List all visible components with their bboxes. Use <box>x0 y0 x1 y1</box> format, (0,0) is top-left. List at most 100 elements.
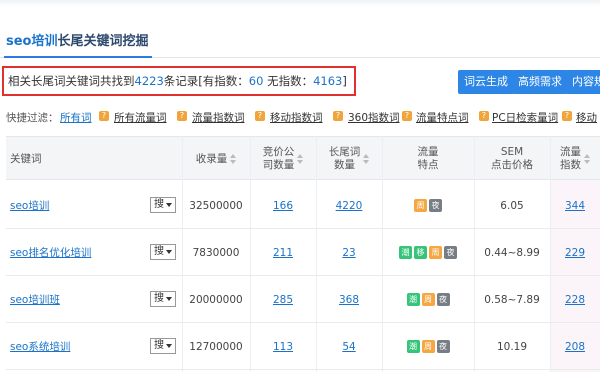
search-dropdown[interactable]: 搜 <box>150 338 176 354</box>
search-dropdown[interactable]: 搜 <box>150 244 176 260</box>
longtail-count-link[interactable]: 23 <box>342 247 355 259</box>
header-flow-label: 流量 指数 <box>560 146 581 172</box>
index-count-cell: 20000000 <box>189 293 243 306</box>
header-sem-line2: 点击价格 <box>491 159 533 171</box>
keyword-link[interactable]: seo培训 <box>10 198 49 213</box>
bidding-count-cell: 113 <box>250 323 316 370</box>
header-sem-label: SEM 点击价格 <box>491 146 533 172</box>
flow-index-cell: 229 <box>550 229 600 276</box>
traffic-feature-cell: 潮周夜 <box>382 276 474 323</box>
filter-pc-daily-search-words[interactable]: PC日检索量词 <box>492 110 558 125</box>
longtail-count-cell: 23 <box>316 229 382 276</box>
header-bidding-companies[interactable]: 竞价公 司数量 <box>250 137 316 181</box>
flow-index-link[interactable]: 208 <box>565 341 585 353</box>
header-flow-line2: 指数 <box>560 159 581 171</box>
table-row: seo培训班 搜 20000000 285 368 潮周夜 0.58~7.89 228 <box>6 276 600 323</box>
header-longtail-line1: 长尾词 <box>328 146 361 158</box>
filter-mobile-index-words[interactable]: 移动指数词 <box>270 110 323 125</box>
header-bidding-line2: 司数量 <box>262 159 295 171</box>
quick-filter-bar: 快捷过滤： 所有词 ? 所有流量词 ? 流量指数词 ? 移动指数词 ? 360指… <box>6 110 600 126</box>
index-count-cell: 32500000 <box>189 199 243 212</box>
header-sem-price: SEM 点击价格 <box>474 137 550 181</box>
header-longtail-count[interactable]: 长尾词 数量 <box>316 137 382 181</box>
flow-index-link[interactable]: 344 <box>565 200 585 212</box>
summary-without-index: 4163 <box>313 74 343 88</box>
content-plan-button[interactable]: 内容规 <box>566 70 600 94</box>
table-row: seo培训 搜 32500000 166 4220 周夜 6.05 344 <box>6 182 600 229</box>
header-sem-line1: SEM <box>500 146 524 158</box>
high-demand-button[interactable]: 高频需求 <box>512 70 568 94</box>
sem-price-cell: 6.05 <box>500 199 524 212</box>
summary-prefix: 相关长尾词关键词共找到 <box>8 74 135 88</box>
sort-icon <box>230 154 237 164</box>
bidding-count-link[interactable]: 285 <box>273 294 293 306</box>
word-cloud-button[interactable]: 词云生成 <box>458 70 514 94</box>
header-flow-index[interactable]: 流量 指数 <box>550 137 600 181</box>
result-summary: 相关长尾词关键词共找到4223条记录[有指数：60 无指数：4163] <box>8 73 347 89</box>
flow-index-link[interactable]: 228 <box>565 294 585 306</box>
header-longtail-label: 长尾词 数量 <box>329 146 361 172</box>
page-title-keyword: seo培训 <box>6 34 58 49</box>
table-row: seo排名优化培训 搜 7830000 211 23 潮移周夜 0.44~8.99 229 <box>6 229 600 276</box>
bidding-count-cell: 211 <box>250 229 316 276</box>
flow-index-link[interactable]: 229 <box>565 247 585 259</box>
traffic-tag-badge: 周 <box>421 293 435 306</box>
table-header: 关键词 收录量 竞价公 司数量 长尾词 数量 流量 特点 SEM 点击价格 流量 指数 <box>6 136 600 180</box>
header-flow-line1: 流量 <box>560 146 581 158</box>
summary-with-index: 60 <box>248 74 264 88</box>
title-row: seo培训长尾关键词挖掘 <box>0 22 600 58</box>
traffic-tag-badge: 夜 <box>436 293 450 306</box>
keyword-link[interactable]: seo系统培训 <box>10 339 70 354</box>
sort-icon <box>584 154 590 164</box>
header-traffic-line1: 流量 <box>417 146 439 158</box>
index-count-cell: 12700000 <box>189 340 243 353</box>
sem-price-cell: 10.19 <box>496 340 528 353</box>
filter-traffic-index-words[interactable]: 流量指数词 <box>192 110 245 125</box>
header-keyword: 关键词 <box>10 152 42 165</box>
title-underline <box>4 56 152 58</box>
traffic-feature-cell: 潮移周夜 <box>382 229 474 276</box>
filter-360-index-words[interactable]: 360指数词 <box>348 110 400 125</box>
traffic-tag-badge: 周 <box>429 246 442 259</box>
flow-index-cell: 344 <box>550 182 600 229</box>
filter-all-words[interactable]: 所有词 <box>60 110 92 125</box>
header-index-count[interactable]: 收录量 <box>182 137 250 181</box>
sort-icon <box>363 154 370 164</box>
traffic-feature-cell: 潮周夜 <box>382 323 474 370</box>
header-longtail-line2: 数量 <box>334 159 355 171</box>
help-icon: ? <box>333 111 343 121</box>
longtail-count-cell: 54 <box>316 323 382 370</box>
filter-mobile[interactable]: 移动 <box>576 110 597 125</box>
filter-traffic-feature-words[interactable]: 流量特点词 <box>416 110 469 125</box>
bidding-count-link[interactable]: 211 <box>273 247 293 259</box>
sort-icon <box>297 154 304 164</box>
keyword-link[interactable]: seo培训班 <box>10 292 60 307</box>
sem-price-cell: 0.44~8.99 <box>484 246 540 259</box>
sem-price-cell: 0.58~7.89 <box>484 293 540 306</box>
bidding-count-link[interactable]: 113 <box>273 341 293 353</box>
longtail-count-link[interactable]: 54 <box>342 341 355 353</box>
table-row: seo系统培训 搜 12700000 113 54 潮周夜 10.19 208 <box>6 323 600 370</box>
bidding-count-link[interactable]: 166 <box>273 200 293 212</box>
keyword-link[interactable]: seo排名优化培训 <box>10 245 91 260</box>
longtail-count-cell: 368 <box>316 276 382 323</box>
traffic-tag-badge: 周 <box>421 340 435 353</box>
longtail-count-link[interactable]: 368 <box>339 294 359 306</box>
traffic-tag-badge: 夜 <box>436 340 450 353</box>
filter-traffic-words[interactable]: 所有流量词 <box>114 110 167 125</box>
header-index-label: 收录量 <box>195 152 228 165</box>
bidding-count-cell: 285 <box>250 276 316 323</box>
help-icon: ? <box>562 111 572 121</box>
traffic-tag-badge: 周 <box>414 199 427 212</box>
search-dropdown[interactable]: 搜 <box>150 291 176 307</box>
search-dropdown[interactable]: 搜 <box>150 197 176 213</box>
index-count-cell: 7830000 <box>192 246 240 259</box>
top-edge <box>0 0 600 6</box>
filter-label: 快捷过滤： <box>6 112 59 124</box>
help-icon: ? <box>99 111 109 121</box>
header-bidding-line1: 竞价公 <box>262 146 295 158</box>
traffic-tags: 潮周夜 <box>406 293 450 306</box>
help-icon: ? <box>402 111 412 121</box>
longtail-count-link[interactable]: 4220 <box>336 200 363 212</box>
bidding-count-cell: 166 <box>250 182 316 229</box>
